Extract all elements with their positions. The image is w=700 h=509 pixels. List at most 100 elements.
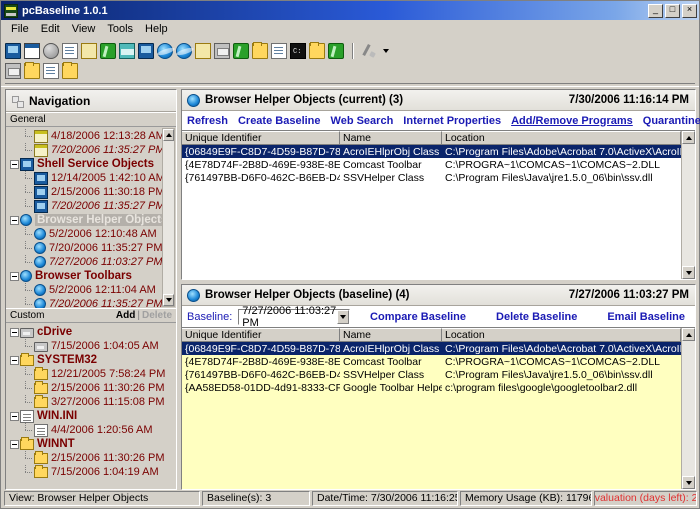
page-image-icon[interactable] [214,43,230,59]
console-icon[interactable] [290,43,306,59]
column-header-unique-identifier[interactable]: Unique Identifier [182,328,340,342]
add-button[interactable]: Add [116,310,135,321]
brush-icon[interactable] [362,43,378,59]
menu-file[interactable]: File [5,22,35,36]
tree-expander[interactable] [9,411,20,421]
menu-view[interactable]: View [66,22,102,36]
folder-doc-icon[interactable] [81,43,97,59]
action-link-refresh[interactable]: Refresh [187,115,238,127]
table-row[interactable]: {761497BB-D6F0-462C-B6EB-D4DAF1D92D43}SS… [182,171,681,184]
tree-node-item[interactable]: 2/15/2006 11:30:18 PM [9,185,176,199]
tree-node-group[interactable]: SYSTEM32 [9,353,176,367]
action-link-email-baseline[interactable]: Email Baseline [607,311,695,323]
teal-drive-icon[interactable] [119,43,135,59]
scroll-up-button[interactable] [682,328,695,341]
green-shell-icon[interactable] [233,43,249,59]
table-row[interactable]: {761497BB-D6F0-462C-B6EB-D4DAF1D92D43}SS… [182,368,681,381]
tree-node-item[interactable]: 5/2/2006 12:11:04 AM [9,283,176,297]
minimize-button[interactable]: _ [648,3,663,18]
tree-expander[interactable] [9,439,20,449]
action-link-internet-properties[interactable]: Internet Properties [403,115,511,127]
ie-browser-icon[interactable] [157,43,173,59]
tree-node-group[interactable]: Shell Service Objects [9,157,176,171]
table-row[interactable]: {06849E9F-C8D7-4D59-B87D-784B7D68E0B3}Ac… [182,145,681,158]
tree-node-item[interactable]: 12/21/2005 7:58:24 PM [9,367,176,381]
tree-node-item[interactable]: 7/27/2006 11:03:27 PM [9,255,176,269]
monitor-blue-icon[interactable] [138,43,154,59]
tree-node-item[interactable]: 7/20/2006 11:35:27 PM [9,241,176,255]
tree-expander[interactable] [9,271,20,281]
window-icon[interactable] [24,43,40,59]
tree-node-item[interactable]: 7/20/2006 11:35:27 PM [9,143,176,157]
restore-button[interactable]: □ [665,3,680,18]
tree-node-group[interactable]: WIN.INI [9,409,176,423]
current-grid-scrollbar[interactable] [681,131,695,279]
close-button[interactable]: × [682,3,697,18]
baseline-grid-scrollbar[interactable] [681,328,695,489]
chevron-down-icon[interactable] [383,49,389,53]
tree-node-group[interactable]: Browser Toolbars [9,269,176,283]
scroll-up-button[interactable] [163,129,174,141]
tree-node-item[interactable]: 5/2/2006 12:10:48 AM [9,227,176,241]
scroll-up-button[interactable] [682,131,695,144]
drive-icon[interactable] [5,63,21,79]
baseline-grid[interactable]: Unique Identifier Name Location {06849E9… [182,328,681,489]
monitor-icon[interactable] [5,43,21,59]
folder-icon[interactable] [252,42,268,59]
general-tree[interactable]: 4/18/2006 12:13:28 AM 7/20/2006 11:35:27 … [6,127,176,308]
action-link-create-baseline[interactable]: Create Baseline [238,115,331,127]
table-row[interactable]: {4E78D74F-2B8D-469E-938E-8E2DF4D9AE29}Co… [182,355,681,368]
services-icon[interactable] [43,43,59,59]
folder-icon-2[interactable] [24,62,40,79]
ie-helper-icon[interactable] [176,43,192,59]
menu-tools[interactable]: Tools [101,22,139,36]
action-link-quarantine[interactable]: Quarantine [643,115,700,127]
action-link-compare-baseline[interactable]: Compare Baseline [370,311,476,323]
scroll-down-button[interactable] [682,476,695,489]
table-row[interactable]: {AA58ED58-01DD-4d91-8333-CF10577473F7}Go… [182,381,681,394]
tree-node-group[interactable]: cDrive [9,325,176,339]
table-row[interactable]: {4E78D74F-2B8D-469E-938E-8E2DF4D9AE29}Co… [182,158,681,171]
delete-button[interactable]: Delete [142,310,172,321]
tree-expander[interactable] [9,327,20,337]
action-link-delete-baseline[interactable]: Delete Baseline [496,311,587,323]
green-startup-icon[interactable] [100,43,116,59]
menu-help[interactable]: Help [139,22,174,36]
general-tree-scrollbar[interactable] [162,128,175,307]
column-header-name[interactable]: Name [340,131,442,145]
tree-node-item[interactable]: 3/27/2006 11:15:08 PM [9,395,176,409]
tree-node-item[interactable]: 7/15/2006 1:04:05 AM [9,339,176,353]
tree-node-group[interactable]: Browser Helper Objects [9,213,176,227]
page-icon[interactable] [62,43,78,59]
column-header-location[interactable]: Location [442,328,681,342]
folder-icon-3[interactable] [62,62,78,79]
current-grid[interactable]: Unique Identifier Name Location {06849E9… [182,131,681,279]
custom-tree[interactable]: cDrive 7/15/2006 1:04:05 AM SYSTEM32 12/21/… [6,323,176,489]
tree-node-item[interactable]: 4/18/2006 12:13:28 AM [9,129,176,143]
action-link-web-search[interactable]: Web Search [331,115,404,127]
menu-edit[interactable]: Edit [35,22,66,36]
tree-node-item[interactable]: 4/4/2006 1:20:56 AM [9,423,176,437]
green-task-icon[interactable] [328,43,344,59]
ini-file-icon[interactable] [43,63,59,79]
column-header-name[interactable]: Name [340,328,442,342]
scroll-down-button[interactable] [163,294,174,306]
tree-node-item[interactable]: 2/15/2006 11:30:26 PM [9,451,176,465]
folder-yellow-icon[interactable] [309,42,325,59]
scroll-down-button[interactable] [682,266,695,279]
table-row[interactable]: {06849E9F-C8D7-4D59-B87D-784B7D68E0B3}Ac… [182,342,681,355]
baseline-select-arrow-button[interactable] [337,309,350,324]
tree-node-item[interactable]: 12/14/2005 1:42:10 AM [9,171,176,185]
tree-expander[interactable] [9,159,20,169]
page-script-icon[interactable] [271,43,287,59]
column-header-location[interactable]: Location [442,131,681,145]
tree-node-group[interactable]: WINNT [9,437,176,451]
tree-expander[interactable] [9,355,20,365]
baseline-select[interactable]: 7/27/2006 11:03:27 PM [238,305,351,329]
downloaded-program-icon[interactable] [195,43,211,59]
tree-node-item[interactable]: 2/15/2006 11:30:26 PM [9,381,176,395]
tree-expander[interactable] [9,215,20,225]
tree-node-item[interactable]: 7/20/2006 11:35:27 PM [9,297,176,308]
tree-node-item[interactable]: 7/20/2006 11:35:27 PM [9,199,176,213]
column-header-unique-identifier[interactable]: Unique Identifier [182,131,340,145]
